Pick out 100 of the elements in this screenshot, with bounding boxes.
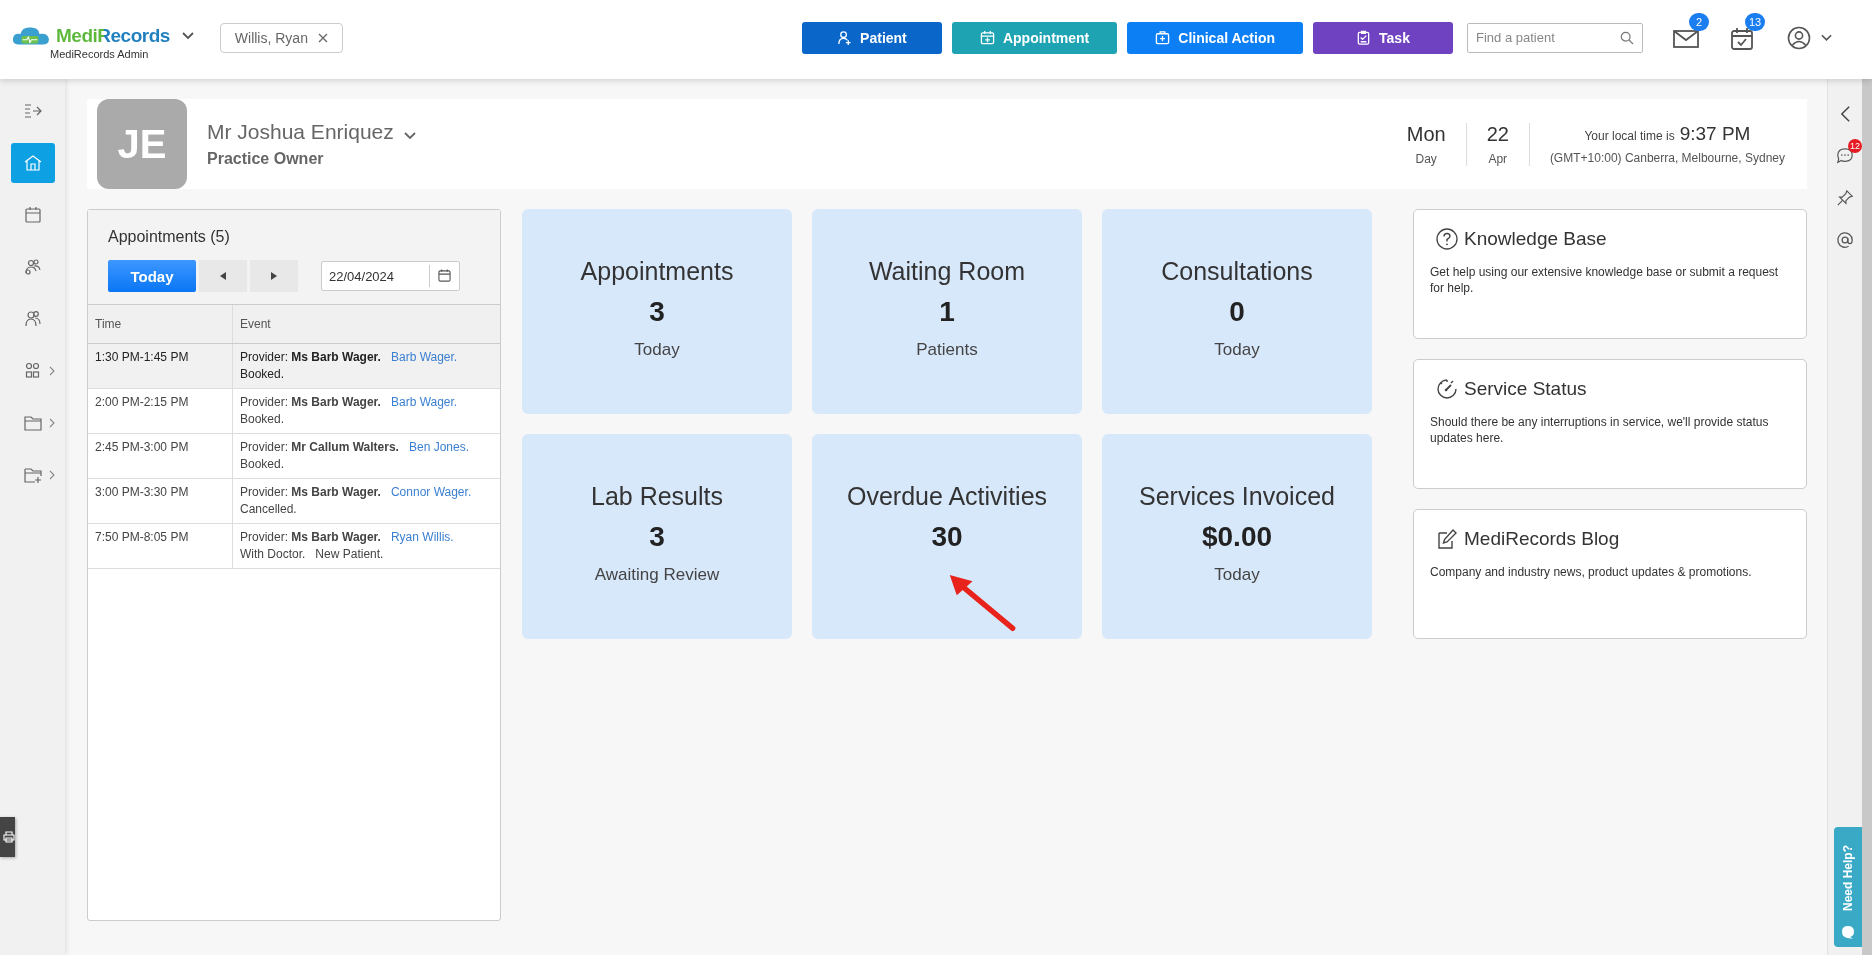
- scrollbar[interactable]: [1862, 79, 1872, 955]
- tile-title: Appointments: [580, 257, 734, 286]
- tile-caption: Patients: [916, 340, 978, 360]
- local-time: 9:37 PM: [1679, 123, 1751, 145]
- print-tab[interactable]: [0, 817, 15, 857]
- mention-icon[interactable]: [1836, 231, 1854, 249]
- appointment-row[interactable]: 7:50 PM-8:05 PM Provider: Ms Barb Wager. Ryan Willis. With Doctor. New Patient.: [88, 523, 500, 569]
- summary-tile[interactable]: Services Invoiced $0.00 Today: [1102, 434, 1372, 639]
- action-button[interactable]: Task: [1313, 21, 1453, 54]
- card-text: Should there be any interruptions in service, we'll provide status updates here.: [1430, 414, 1770, 446]
- search-field[interactable]: Find a patient: [1467, 22, 1643, 53]
- search-icon[interactable]: [1620, 30, 1634, 45]
- folder-plus-icon: [22, 465, 43, 485]
- triangle-right-icon: [271, 272, 277, 280]
- card-title: Service Status: [1464, 378, 1587, 400]
- appointment-row[interactable]: 3:00 PM-3:30 PM Provider: Ms Barb Wager. Connor Wager. Cancelled.: [88, 478, 500, 524]
- chevron-down-icon[interactable]: [403, 132, 416, 140]
- summary-tile[interactable]: Appointments 3 Today: [522, 209, 792, 414]
- summary-tile[interactable]: Waiting Room 1 Patients: [812, 209, 1082, 414]
- tile-caption: Today: [634, 340, 680, 360]
- chat-bubble-icon[interactable]: [1841, 925, 1855, 939]
- time-cell: 1:30 PM-1:45 PM: [88, 343, 233, 389]
- tile-title: Waiting Room: [868, 257, 1026, 286]
- local-time-label: Your local time is: [1584, 129, 1675, 143]
- tile-value: 3: [649, 521, 665, 553]
- sidebar-item[interactable]: [10, 143, 55, 183]
- calendar-icon[interactable]: [438, 269, 451, 282]
- calendar-icon: [22, 205, 43, 225]
- user-avatar-icon[interactable]: [1787, 25, 1811, 50]
- add-person-icon: [837, 30, 853, 45]
- summary-tile[interactable]: Lab Results 3 Awaiting Review: [522, 434, 792, 639]
- medical-kit-icon: [1155, 30, 1171, 45]
- count-badge: 2: [1689, 12, 1709, 31]
- appointment-row[interactable]: 2:00 PM-2:15 PM Provider: Ms Barb Wager. Barb Wager. Booked.: [88, 388, 500, 434]
- printer-icon[interactable]: [3, 831, 15, 843]
- tile-title: Services Invoiced: [1139, 482, 1335, 511]
- gauge-icon: [1436, 378, 1458, 400]
- help-icon: [1436, 228, 1458, 250]
- close-icon[interactable]: [317, 32, 328, 43]
- chevron-left-icon[interactable]: [1839, 105, 1851, 123]
- tile-title: Lab Results: [591, 482, 723, 511]
- tile-title: Overdue Activities: [846, 482, 1048, 511]
- user-role: Practice Owner: [207, 150, 325, 168]
- chevron-right-icon: [48, 470, 55, 480]
- timezone: (GMT+10:00) Canberra, Melbourne, Sydney: [1549, 151, 1785, 165]
- annotation-arrow: [948, 572, 1018, 634]
- weekday: Mon: [1406, 122, 1446, 146]
- summary-tile[interactable]: Consultations 0 Today: [1102, 209, 1372, 414]
- clipboard-check-icon: [1356, 30, 1372, 45]
- tile-value: 30: [931, 521, 963, 553]
- weekday-label: Day: [1415, 151, 1437, 166]
- event-cell: Provider: Ms Barb Wager. Barb Wager. Booked.: [232, 343, 500, 389]
- pin-icon[interactable]: [1836, 189, 1854, 207]
- info-card[interactable]: Knowledge Base Get help using our extensive knowledge base or submit a request for help.: [1413, 209, 1807, 339]
- patient-link[interactable]: Barb Wager.: [390, 395, 458, 409]
- count-badge: 13: [1745, 12, 1765, 31]
- chevron-right-icon: [48, 418, 55, 428]
- patient-tab[interactable]: Willis, Ryan: [219, 22, 343, 53]
- tile-caption: Today: [1214, 565, 1260, 585]
- triangle-left-icon: [220, 272, 226, 280]
- time-cell: 3:00 PM-3:30 PM: [88, 478, 233, 524]
- patient-link[interactable]: Barb Wager.: [390, 350, 458, 364]
- chevron-down-icon[interactable]: [181, 32, 194, 40]
- event-cell: Provider: Ms Barb Wager. Barb Wager. Booked.: [232, 388, 500, 434]
- user-name[interactable]: Mr Joshua Enriquez: [207, 120, 394, 144]
- card-text: Get help using our extensive knowledge base or submit a request for help.: [1430, 264, 1780, 296]
- tile-caption: Today: [1214, 340, 1260, 360]
- calendar-plus-icon: [979, 30, 995, 45]
- time-cell: 2:00 PM-2:15 PM: [88, 388, 233, 434]
- chat-icon[interactable]: [1836, 147, 1854, 165]
- patient-link[interactable]: Ben Jones.: [408, 440, 469, 454]
- card-title: Knowledge Base: [1464, 228, 1607, 250]
- calendar-check-icon[interactable]: [1729, 26, 1755, 51]
- panel-title: Appointments (5): [108, 228, 231, 246]
- appointment-row[interactable]: 1:30 PM-1:45 PM Provider: Ms Barb Wager. Barb Wager. Booked.: [88, 343, 500, 389]
- tile-value: 0: [1229, 296, 1245, 328]
- card-text: Company and industry news, product updates & promotions.: [1430, 564, 1753, 580]
- today-button[interactable]: Today: [108, 260, 196, 292]
- home-icon: [22, 153, 43, 173]
- time-cell: 7:50 PM-8:05 PM: [88, 523, 233, 569]
- tile-title: Consultations: [1161, 257, 1313, 286]
- summary-tile[interactable]: Overdue Activities 30: [812, 434, 1082, 639]
- patient-link[interactable]: Ryan Willis.: [390, 530, 454, 544]
- action-button[interactable]: Patient: [801, 21, 942, 54]
- info-card[interactable]: Service Status Should there be any interruptions in service, we'll provide status updates here.: [1413, 359, 1807, 489]
- appointment-row[interactable]: 2:45 PM-3:00 PM Provider: Mr Callum Walters. Ben Jones. Booked.: [88, 433, 500, 479]
- brand-subtitle: MediRecords Admin: [50, 48, 149, 60]
- date-field[interactable]: 22/04/2024: [321, 261, 460, 291]
- event-cell: Provider: Mr Callum Walters. Ben Jones. Booked.: [232, 433, 500, 479]
- card-title: MediRecords Blog: [1464, 528, 1620, 550]
- patient-link[interactable]: Connor Wager.: [390, 485, 472, 499]
- event-cell: Provider: Ms Barb Wager. Connor Wager. Cancelled.: [232, 478, 500, 524]
- column-header: Time: [88, 305, 233, 344]
- people-icon: [22, 309, 43, 329]
- tile-value: 1: [939, 296, 955, 328]
- action-button[interactable]: Clinical Action: [1127, 21, 1303, 54]
- month: Apr: [1488, 151, 1508, 166]
- avatar: JE: [97, 99, 187, 189]
- info-card[interactable]: MediRecords Blog Company and industry news, product updates & promotions.: [1413, 509, 1807, 639]
- chevron-down-icon[interactable]: [1821, 33, 1832, 42]
